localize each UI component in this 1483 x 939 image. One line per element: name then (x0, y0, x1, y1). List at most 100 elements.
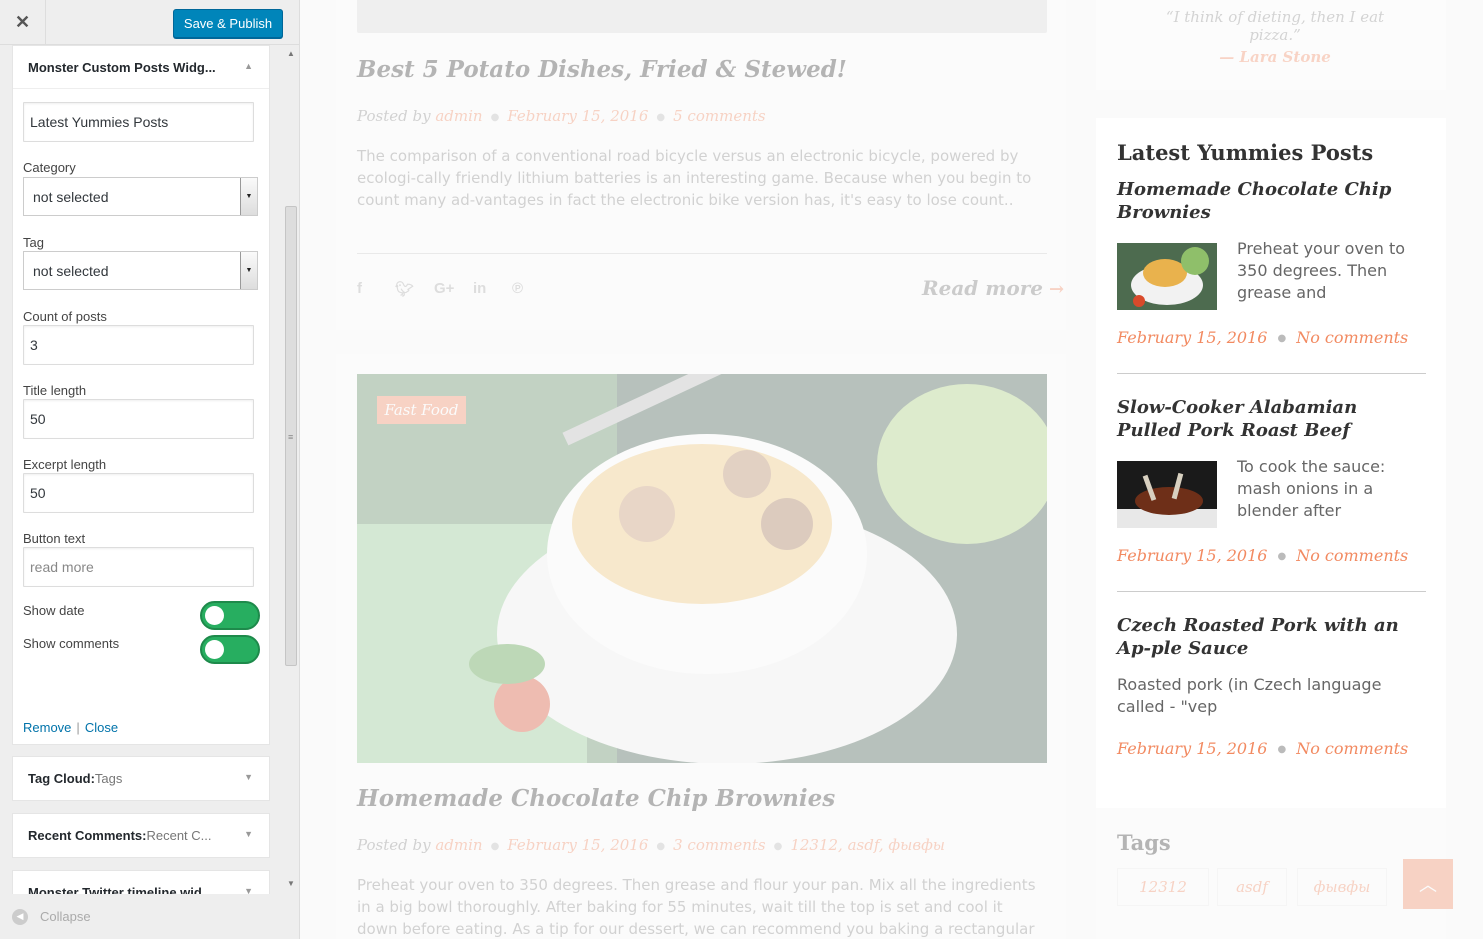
widget-title-input[interactable]: Latest Yummies Posts (23, 102, 254, 142)
tag-cloud-widget[interactable]: Tag Cloud: Tags ▼ (12, 756, 270, 801)
show-date-toggle[interactable] (200, 601, 260, 630)
comments-link[interactable]: 5 comments (673, 107, 765, 125)
post-image-bottom (357, 0, 1047, 33)
latest-post-title[interactable]: Homemade Chocolate Chip Brownies (1117, 178, 1417, 224)
widget-header[interactable]: Monster Custom Posts Widg... ▲ (13, 46, 269, 89)
divider (1117, 373, 1426, 374)
grip-icon: ≡ (288, 432, 294, 442)
post-meta: Posted by admin ● February 15, 2016 ● 3 comm… (357, 836, 946, 854)
date-link[interactable]: February 15, 2016 (1117, 546, 1267, 565)
collapse-button[interactable]: ◀ Collapse (0, 894, 299, 939)
tag-select[interactable]: not selected ▼ (23, 251, 258, 290)
widget-name: Monster Twitter timeline wid... (28, 885, 213, 894)
post-excerpt: The comparison of a conventional road bi… (357, 147, 1032, 209)
expand-arrow-icon[interactable]: ▼ (244, 829, 253, 839)
close-link[interactable]: Close (85, 720, 118, 735)
button-text-label: Button text (23, 531, 86, 546)
count-input[interactable]: 3 (23, 325, 254, 365)
twitter-icon[interactable]: 🐦︎ (395, 280, 414, 298)
date-link[interactable]: February 15, 2016 (507, 107, 648, 125)
chevron-down-icon[interactable]: ▼ (240, 252, 257, 289)
title-length-label: Title length (23, 383, 87, 398)
latest-post-title[interactable]: Slow-Cooker Alabamian Pulled Pork Roast … (1117, 396, 1417, 442)
tags-title: Tags (1117, 830, 1171, 855)
collapse-arrow-icon[interactable]: ▲ (244, 61, 253, 71)
latest-post-excerpt: To cook the sauce: mash onions in a blen… (1237, 457, 1386, 520)
category-value: not selected (33, 188, 109, 205)
pinterest-icon[interactable]: ℗ (512, 280, 523, 297)
scroll-thumb[interactable]: ≡ (285, 206, 297, 666)
posted-by-label: Posted by (357, 107, 431, 125)
date-link[interactable]: February 15, 2016 (507, 836, 648, 854)
excerpt-length-input[interactable]: 50 (23, 473, 254, 513)
scroll-up-icon[interactable]: ▲ (287, 49, 295, 58)
divider (357, 253, 1047, 254)
latest-post-meta: February 15, 2016 ● No comments (1117, 739, 1409, 758)
tag-link[interactable]: фывфы (1297, 868, 1387, 906)
expand-arrow-icon[interactable]: ▼ (244, 772, 253, 782)
latest-post-excerpt: Roasted pork (in Czech language called -… (1117, 675, 1382, 716)
widget-name: Recent Comments: (28, 828, 147, 843)
button-text-input[interactable]: read more (23, 547, 254, 587)
post-title[interactable]: Homemade Chocolate Chip Brownies (357, 785, 835, 812)
customizer-header: ✕ Save & Publish (0, 0, 299, 45)
close-customizer-button[interactable]: ✕ (0, 0, 46, 45)
latest-post-meta: February 15, 2016 ● No comments (1117, 328, 1409, 347)
post-title[interactable]: Best 5 Potato Dishes, Fried & Stewed! (357, 56, 847, 83)
scrollbar[interactable]: ▲ ≡ ▼ (283, 45, 299, 894)
author-link[interactable]: admin (435, 836, 482, 854)
latest-post-meta: February 15, 2016 ● No comments (1117, 546, 1409, 565)
category-label: Category (23, 160, 76, 175)
save-publish-button[interactable]: Save & Publish (173, 9, 283, 38)
site-preview: Best 5 Potato Dishes, Fried & Stewed! Po… (300, 0, 1483, 939)
expand-arrow-icon[interactable]: ▼ (244, 886, 253, 894)
date-link[interactable]: February 15, 2016 (1117, 739, 1267, 758)
scroll-down-icon[interactable]: ▼ (287, 879, 295, 888)
excerpt-length-label: Excerpt length (23, 457, 107, 472)
widget-sub: Recent C... (146, 828, 212, 843)
tag-link[interactable]: asdf (1217, 868, 1287, 906)
latest-post-thumbnail[interactable] (1117, 243, 1217, 310)
customizer-sidebar: ✕ Save & Publish Monster Custom Posts Wi… (0, 0, 300, 939)
comments-link[interactable]: No comments (1296, 546, 1408, 565)
posted-by-label: Posted by (357, 836, 431, 854)
linkedin-icon[interactable]: in (473, 280, 486, 297)
widget-name: Tag Cloud: (28, 771, 95, 786)
category-badge[interactable]: Fast Food (377, 396, 466, 424)
back-to-top-button[interactable]: ︿ (1403, 859, 1453, 909)
facebook-icon[interactable]: f (357, 280, 362, 297)
read-more-link[interactable]: Read more → (922, 276, 1064, 300)
comments-link[interactable]: 3 comments (673, 836, 765, 854)
close-icon: ✕ (14, 12, 31, 32)
tags-links[interactable]: 12312, asdf, фывфы (790, 836, 945, 854)
toggle-knob (205, 640, 224, 659)
widgets-panel: Monster Custom Posts Widg... ▲ Latest Yu… (0, 45, 299, 894)
title-length-input[interactable]: 50 (23, 399, 254, 439)
show-comments-toggle[interactable] (200, 635, 260, 664)
widget-actions: Remove | Close (23, 720, 119, 735)
post-image[interactable] (357, 374, 1047, 763)
toggle-knob (205, 606, 224, 625)
twitter-timeline-widget[interactable]: Monster Twitter timeline wid... ▼ (12, 870, 270, 894)
count-label: Count of posts (23, 309, 107, 324)
chevron-up-icon: ︿ (1419, 875, 1437, 895)
chevron-down-icon[interactable]: ▼ (240, 178, 257, 215)
post-excerpt: Preheat your oven to 350 degrees. Then g… (357, 876, 1036, 938)
tag-label: Tag (23, 235, 44, 250)
comments-link[interactable]: No comments (1296, 328, 1408, 347)
tag-value: not selected (33, 262, 109, 279)
widget-form: Latest Yummies Posts Category not select… (13, 89, 269, 744)
recent-comments-widget[interactable]: Recent Comments: Recent C... ▼ (12, 813, 270, 858)
latest-post-thumbnail[interactable] (1117, 461, 1217, 528)
date-link[interactable]: February 15, 2016 (1117, 328, 1267, 347)
category-select[interactable]: not selected ▼ (23, 177, 258, 216)
comments-link[interactable]: No comments (1296, 739, 1408, 758)
author-link[interactable]: admin (435, 107, 482, 125)
show-date-label: Show date (23, 603, 85, 618)
quote-text: “I think of dieting, then I eat pizza.” (1165, 8, 1385, 44)
tag-link[interactable]: 12312 (1117, 868, 1209, 906)
google-plus-icon[interactable]: G+ (434, 280, 454, 297)
latest-post-title[interactable]: Czech Roasted Pork with an Ap-ple Sauce (1117, 614, 1417, 660)
collapse-label: Collapse (40, 909, 91, 924)
remove-link[interactable]: Remove (23, 720, 71, 735)
